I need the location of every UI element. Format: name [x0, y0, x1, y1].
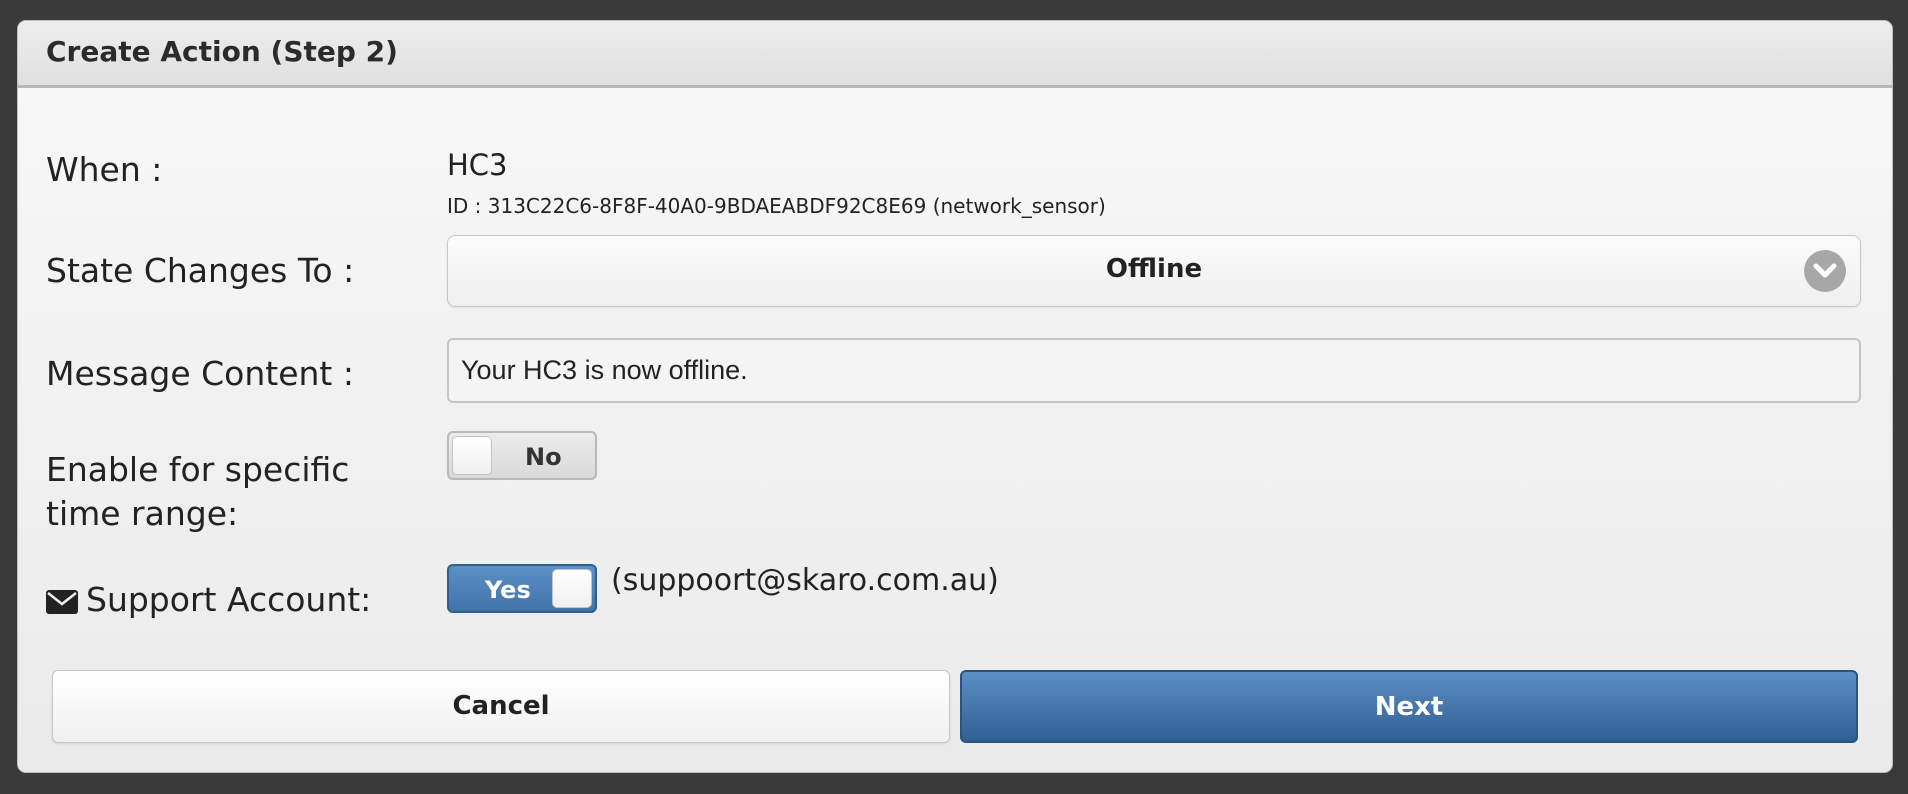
- device-id: ID : 313C22C6-8F8F-40A0-9BDAEABDF92C8E69…: [447, 194, 1106, 218]
- device-name: HC3: [447, 148, 508, 182]
- toggle-knob: [452, 436, 492, 475]
- toggle-state-text: No: [525, 443, 562, 471]
- create-action-dialog: Create Action (Step 2) When : HC3 ID : 3…: [17, 20, 1893, 773]
- support-account-text: Support Account:: [86, 580, 372, 619]
- state-label: State Changes To :: [46, 251, 355, 290]
- message-label: Message Content :: [46, 354, 354, 393]
- support-account-label: Support Account:: [46, 578, 371, 625]
- toggle-state-text: Yes: [485, 576, 531, 604]
- when-label: When :: [46, 150, 163, 189]
- message-input[interactable]: Your HC3 is now offline.: [447, 338, 1861, 403]
- support-email: (suppoort@skaro.com.au): [611, 563, 999, 598]
- cancel-button[interactable]: Cancel: [52, 670, 950, 743]
- state-select[interactable]: Offline: [447, 235, 1861, 307]
- dialog-body: When : HC3 ID : 313C22C6-8F8F-40A0-9BDAE…: [18, 88, 1892, 772]
- next-button[interactable]: Next: [960, 670, 1858, 743]
- envelope-icon: [46, 581, 78, 625]
- dialog-header: Create Action (Step 2): [18, 21, 1892, 88]
- toggle-knob: [552, 569, 592, 608]
- support-account-toggle[interactable]: Yes: [447, 564, 597, 613]
- time-range-label: Enable for specific time range:: [46, 450, 350, 533]
- dialog-title: Create Action (Step 2): [46, 35, 398, 68]
- state-select-value: Offline: [1105, 254, 1203, 284]
- chevron-down-icon: [1804, 250, 1846, 292]
- time-range-toggle[interactable]: No: [447, 431, 597, 480]
